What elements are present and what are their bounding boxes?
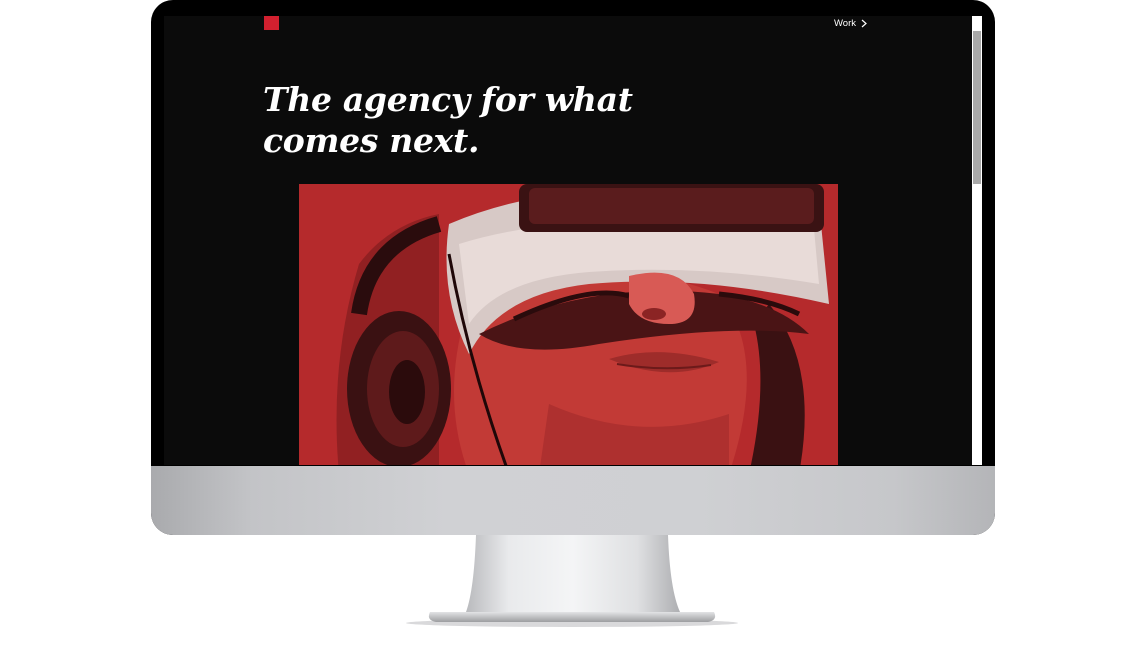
nav-work-label: Work (834, 17, 856, 29)
monitor: Work The agency for what comes next. (151, 0, 995, 535)
chevron-right-icon (861, 19, 867, 27)
page-scrollbar[interactable] (972, 16, 982, 465)
hero-image-vr-headset (299, 184, 838, 465)
hero-headline: The agency for what comes next. (263, 80, 633, 160)
scrollbar-thumb[interactable] (973, 31, 981, 184)
vr-headset-illustration (299, 184, 838, 465)
monitor-chin (151, 466, 995, 535)
browser-viewport: Work The agency for what comes next. (164, 16, 982, 465)
brand-logo[interactable] (264, 16, 279, 30)
nav-work-link[interactable]: Work (834, 16, 867, 30)
